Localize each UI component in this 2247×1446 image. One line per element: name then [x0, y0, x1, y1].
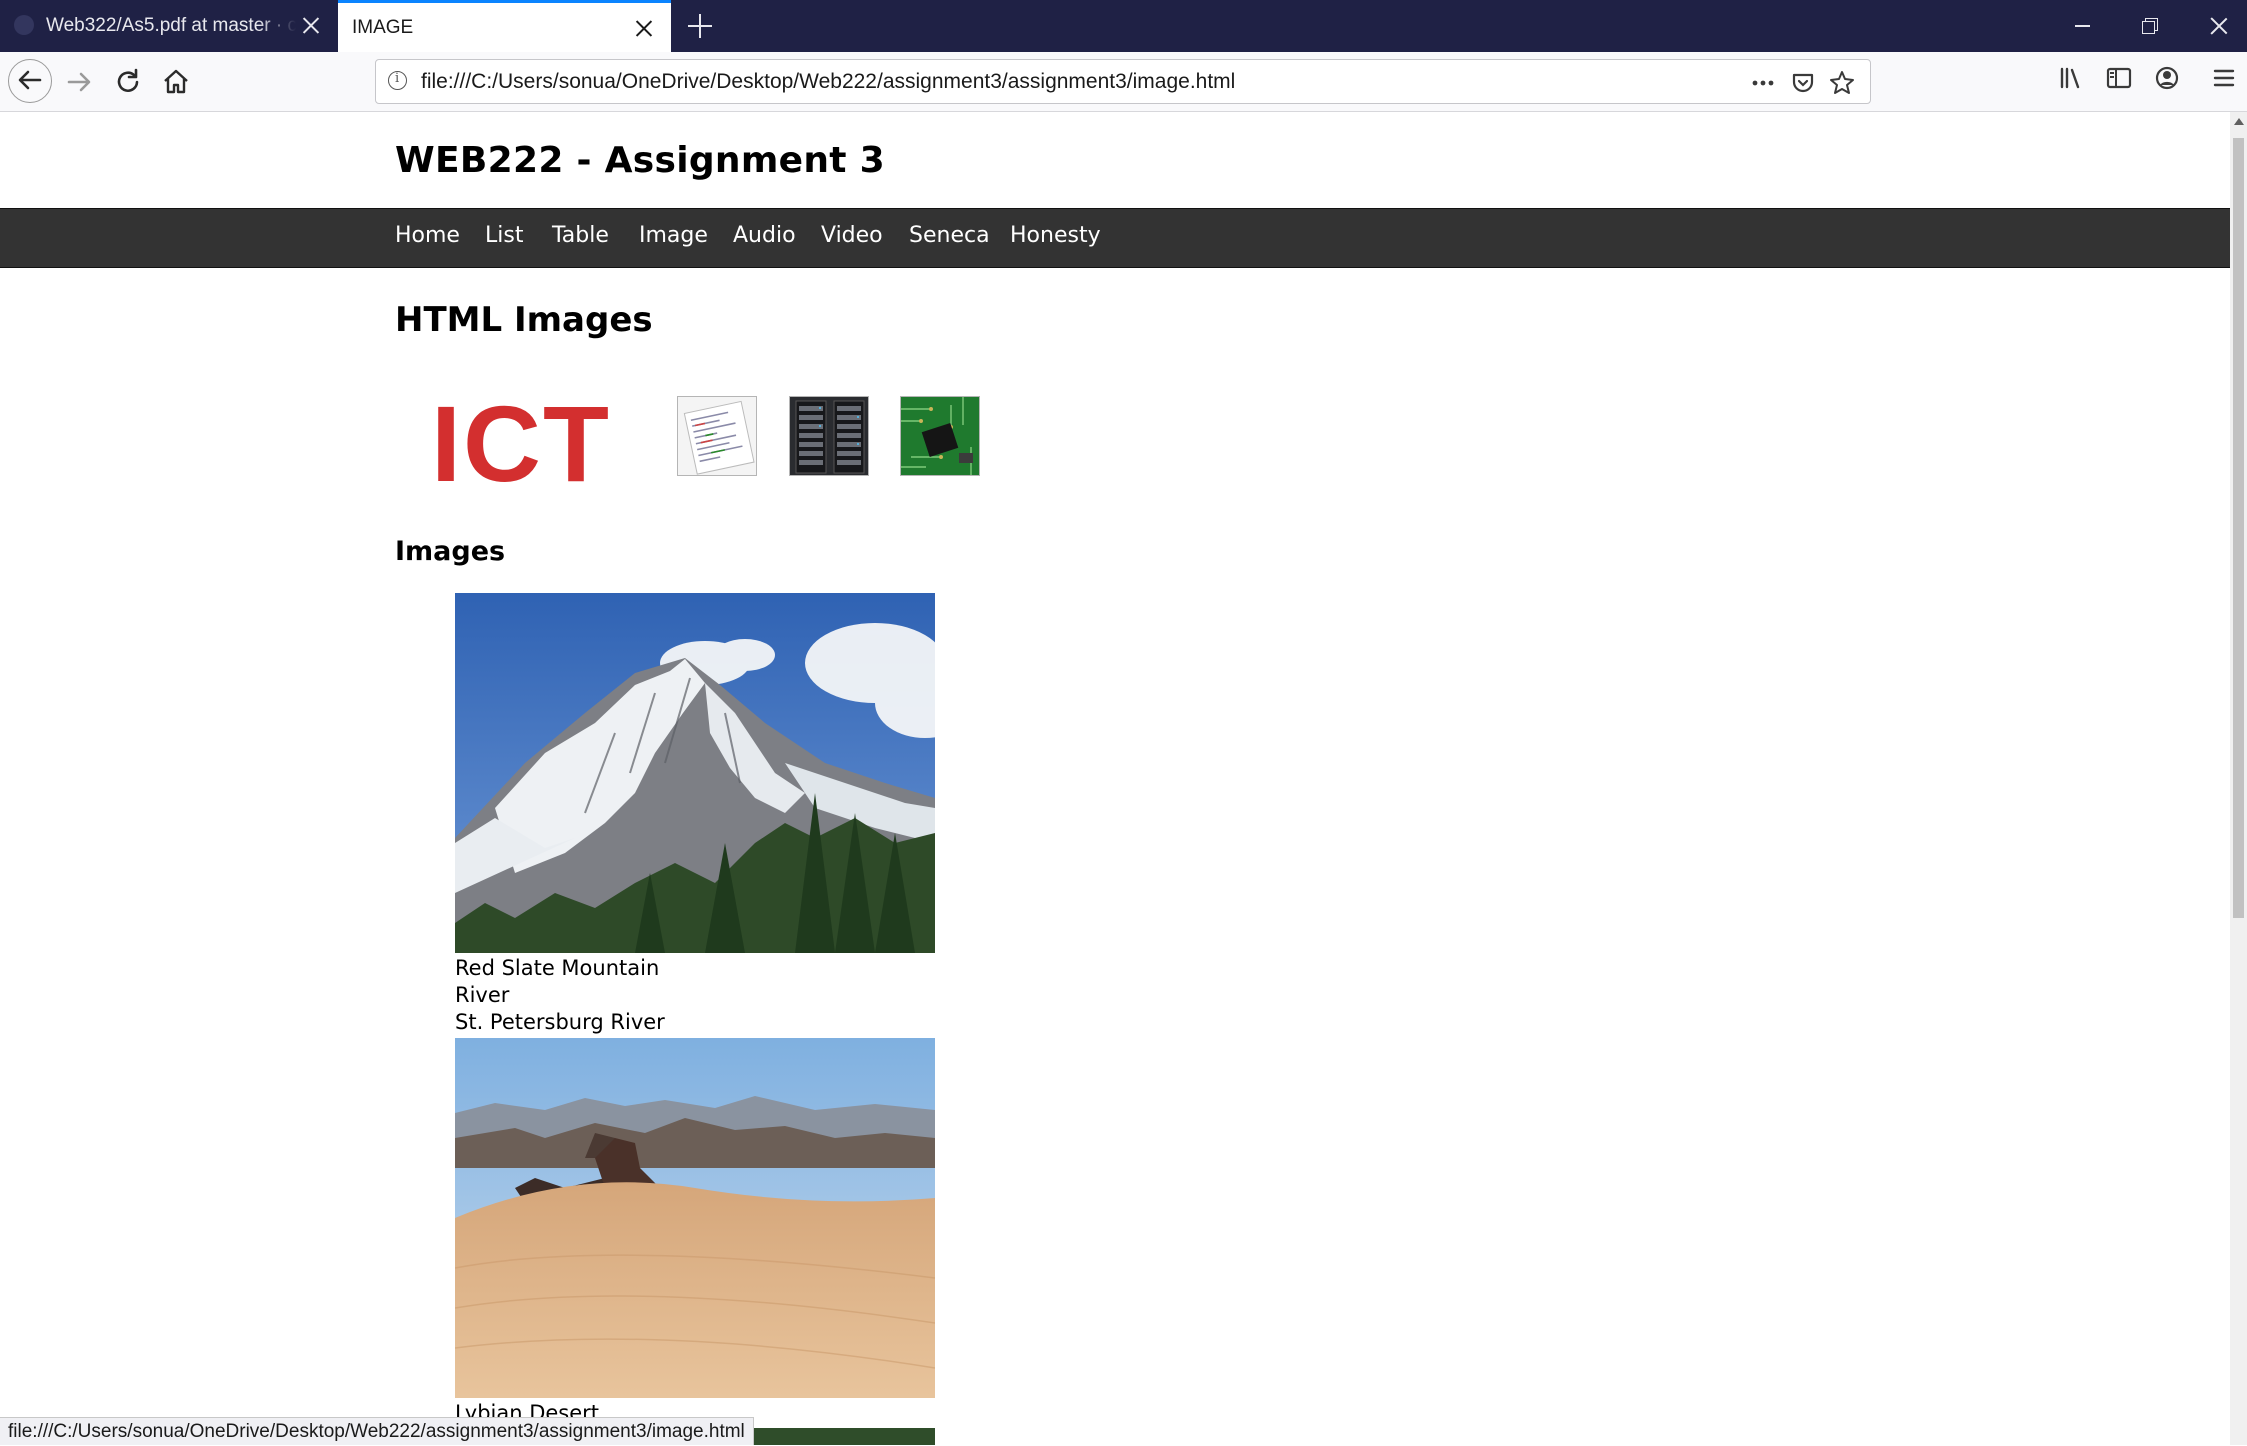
reload-button[interactable] — [109, 62, 149, 102]
mountain-caption-line2: River — [455, 983, 510, 1007]
server-rack-thumbnail[interactable] — [789, 396, 869, 476]
page-viewport: WEB222 - Assignment 3 Home List Table Im… — [0, 112, 2230, 1445]
browser-toolbar: file:///C:/Users/sonua/OneDrive/Desktop/… — [0, 52, 2247, 112]
home-button[interactable] — [156, 62, 196, 102]
nav-link-seneca[interactable]: Seneca — [909, 223, 990, 248]
window-close-button[interactable] — [2185, 0, 2247, 52]
nav-link-list[interactable]: List — [485, 223, 523, 248]
close-tab-icon[interactable] — [633, 17, 655, 39]
menu-hamburger-icon[interactable] — [2211, 62, 2237, 94]
scrollbar-thumb[interactable] — [2233, 138, 2244, 918]
page-actions-icon[interactable] — [1749, 69, 1777, 97]
nav-link-table[interactable]: Table — [552, 223, 609, 248]
pocket-icon[interactable] — [1789, 69, 1817, 97]
address-bar[interactable]: file:///C:/Users/sonua/OneDrive/Desktop/… — [375, 59, 1871, 104]
svg-text:ICT: ICT — [431, 392, 611, 502]
tab-label: Web322/As5.pdf at master · cnu — [46, 15, 296, 36]
ict-logo[interactable]: ICT — [415, 392, 627, 502]
account-icon[interactable] — [2151, 62, 2183, 94]
github-favicon-icon — [14, 15, 34, 35]
window-minimize-button[interactable] — [2049, 0, 2117, 52]
nav-link-video[interactable]: Video — [821, 223, 883, 248]
url-text[interactable]: file:///C:/Users/sonua/OneDrive/Desktop/… — [421, 70, 1235, 94]
desert-photo — [455, 1038, 935, 1398]
nav-link-image[interactable]: Image — [639, 223, 708, 248]
nav-link-honesty[interactable]: Honesty — [1010, 223, 1101, 248]
circuit-board-thumbnail[interactable] — [900, 396, 980, 476]
back-button[interactable] — [8, 59, 52, 103]
nav-link-audio[interactable]: Audio — [733, 223, 796, 248]
site-title: WEB222 - Assignment 3 — [395, 140, 885, 181]
status-bar: file:///C:/Users/sonua/OneDrive/Desktop/… — [0, 1417, 754, 1445]
page-heading: HTML Images — [395, 300, 653, 340]
tab-web322-pdf[interactable]: Web322/As5.pdf at master · cnu — [0, 0, 338, 52]
tab-image[interactable]: IMAGE — [338, 0, 671, 52]
forward-button[interactable] — [61, 62, 101, 102]
mountain-caption-title: Red Slate Mountain — [455, 956, 660, 980]
close-tab-icon[interactable] — [300, 14, 322, 36]
bookmark-star-icon[interactable] — [1828, 69, 1856, 97]
mountain-caption-line3: St. Petersburg River — [455, 1010, 665, 1034]
nav-link-home[interactable]: Home — [395, 223, 460, 248]
window-restore-button[interactable] — [2117, 0, 2185, 52]
site-nav: Home List Table Image Audio Video Seneca… — [0, 208, 2230, 268]
library-icon[interactable] — [2055, 62, 2087, 94]
home-icon — [164, 69, 188, 94]
images-section-heading: Images — [395, 536, 506, 567]
site-info-icon[interactable] — [388, 71, 407, 90]
vertical-scrollbar[interactable] — [2230, 112, 2247, 1445]
sidebar-icon[interactable] — [2103, 62, 2135, 94]
scroll-up-arrow-icon[interactable] — [2234, 118, 2244, 125]
tab-strip: Web322/As5.pdf at master · cnu IMAGE — [0, 0, 2247, 52]
forward-arrow-icon — [67, 72, 91, 92]
tab-label: IMAGE — [352, 16, 414, 38]
code-listing-thumbnail[interactable] — [677, 396, 757, 476]
back-arrow-icon — [18, 70, 42, 90]
reload-icon — [117, 68, 139, 92]
mountain-photo — [455, 593, 935, 953]
new-tab-icon[interactable] — [686, 12, 714, 40]
